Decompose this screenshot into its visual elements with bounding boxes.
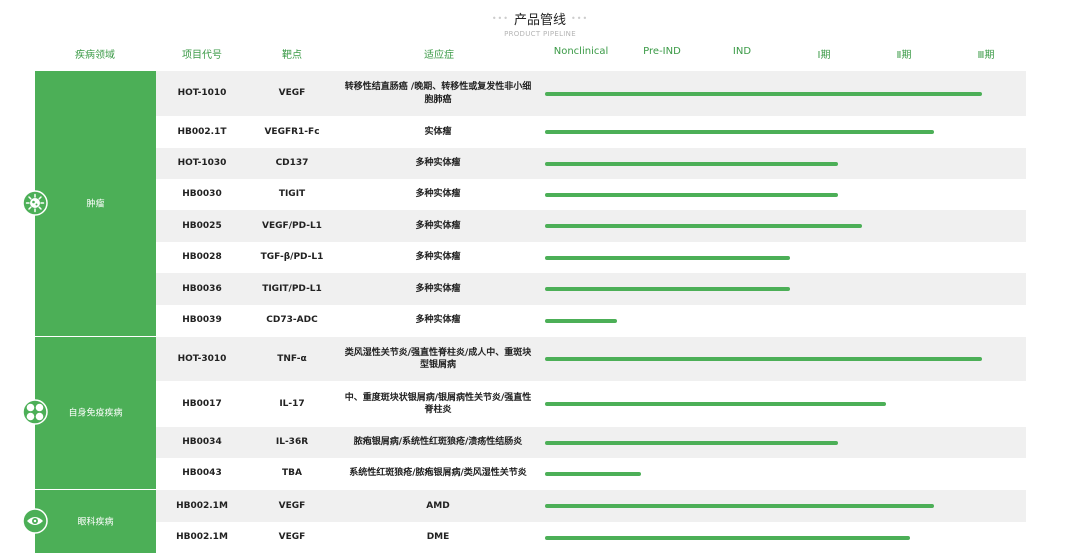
- project-code: HB0025: [182, 220, 222, 231]
- col-header-project-code: 项目代号: [182, 50, 222, 61]
- progress-bar: [545, 440, 838, 445]
- table-row: HB002.1M VEGF DME: [156, 522, 1026, 553]
- pipeline-header: ••• 产品管线 ••• PRODUCT PIPELINE: [0, 6, 1080, 38]
- indication: AMD: [426, 500, 450, 511]
- project-code: HB0034: [182, 437, 222, 448]
- progress-bar: [545, 287, 790, 291]
- table-row: HB0034 IL-36R 脓疱银屑病/系统性红斑狼疮/溃疡性结肠炎: [156, 427, 1026, 458]
- indication: 中、重度斑块状银屑病/银屑病性关节炎/强直性脊柱炎: [344, 392, 532, 415]
- page-subtitle: PRODUCT PIPELINE: [504, 30, 576, 38]
- page-title: ••• 产品管线 •••: [492, 9, 588, 28]
- col-header-disease-area: 疾病领域: [75, 50, 115, 61]
- target: VEGF: [278, 532, 306, 543]
- project-code: HB0036: [182, 283, 222, 294]
- project-code: HB002.1T: [177, 126, 227, 137]
- col-header-stage-pre-ind: Pre-IND: [643, 46, 681, 57]
- indication: 多种实体瘤: [415, 220, 461, 231]
- indication: 转移性结直肠癌 /晚期、转移性或复发性非小细胞肺癌: [344, 82, 532, 105]
- col-header-stage-phase3: Ⅲ期: [977, 50, 995, 61]
- indication: 多种实体瘤: [415, 189, 461, 200]
- target: TNF-α: [277, 353, 307, 364]
- indication: 多种实体瘤: [415, 283, 461, 294]
- indication: 类风湿性关节炎/强直性脊柱炎/成人中、重斑块型银屑病: [344, 347, 532, 370]
- project-code: HOT-1030: [177, 158, 227, 169]
- target: VEGF: [278, 88, 306, 99]
- table-row: HB002.1T VEGFR1-Fc 实体瘤: [156, 116, 1026, 148]
- project-code: HB0017: [182, 398, 222, 409]
- indication: 脓疱银屑病/系统性红斑狼疮/溃疡性结肠炎: [353, 437, 523, 448]
- project-code: HB002.1M: [176, 532, 228, 543]
- project-code: HB0039: [182, 315, 222, 326]
- progress-bar: [545, 130, 934, 134]
- project-code: HB0030: [182, 189, 222, 200]
- indication: 系统性红斑狼疮/脓疱银屑病/类风湿性关节炎: [349, 468, 527, 479]
- category-label-ophthalmology: 眼科疾病: [77, 517, 114, 528]
- target: VEGF/PD-L1: [262, 220, 322, 231]
- table-row: HB0030 TIGIT 多种实体瘤: [156, 179, 1026, 210]
- table-row: HB002.1M VEGF AMD: [156, 490, 1026, 522]
- category-label-oncology: 肿瘤: [86, 199, 105, 210]
- project-code: HB0043: [182, 468, 222, 479]
- eye-icon: [22, 508, 48, 534]
- clover-icon: [22, 399, 48, 425]
- project-code: HOT-1010: [177, 88, 227, 99]
- col-header-stage-nonclinical: Nonclinical: [553, 46, 609, 57]
- table-row: HB0036 TIGIT/PD-L1 多种实体瘤: [156, 273, 1026, 305]
- virus-icon: [22, 190, 48, 216]
- progress-bar: [545, 224, 862, 228]
- target: TIGIT/PD-L1: [262, 283, 322, 294]
- col-header-indication: 适应症: [424, 50, 454, 61]
- category-label-autoimmune: 自身免疫疾病: [68, 408, 123, 419]
- progress-bar: [545, 192, 838, 197]
- progress-bar: [545, 161, 838, 166]
- title-text: 产品管线: [513, 13, 566, 28]
- target: CD73-ADC: [266, 315, 318, 326]
- progress-bar: [545, 357, 982, 361]
- col-header-stage-ind: IND: [732, 46, 752, 57]
- project-code: HOT-3010: [177, 353, 227, 364]
- target: VEGFR1-Fc: [264, 126, 320, 137]
- title-dots-left: •••: [491, 14, 509, 23]
- target: CD137: [275, 158, 309, 169]
- title-dots-right: •••: [571, 14, 589, 23]
- table-row: HOT-1030 CD137 多种实体瘤: [156, 148, 1026, 179]
- table-row: HB0017 IL-17 中、重度斑块状银屑病/银屑病性关节炎/强直性脊柱炎: [156, 381, 1026, 427]
- table-row: HB0039 CD73-ADC 多种实体瘤: [156, 305, 1026, 336]
- indication: 多种实体瘤: [415, 158, 461, 169]
- indication: DME: [426, 532, 450, 543]
- target: TBA: [282, 468, 302, 479]
- table-row: HB0043 TBA 系统性红斑狼疮/脓疱银屑病/类风湿性关节炎: [156, 458, 1026, 489]
- table-row: HB0025 VEGF/PD-L1 多种实体瘤: [156, 210, 1026, 242]
- table-row: HOT-3010 TNF-α 类风湿性关节炎/强直性脊柱炎/成人中、重斑块型银屑…: [156, 337, 1026, 381]
- indication: 多种实体瘤: [415, 315, 461, 326]
- project-code: HB0028: [182, 252, 222, 263]
- target: IL-36R: [275, 437, 309, 448]
- target: VEGF: [278, 500, 306, 511]
- col-header-stage-phase1: Ⅰ期: [817, 50, 831, 61]
- progress-bar: [545, 471, 641, 476]
- table-row: HB0028 TGF-β/PD-L1 多种实体瘤: [156, 242, 1026, 273]
- progress-bar: [545, 402, 886, 406]
- indication: 实体瘤: [424, 126, 452, 137]
- target: TGF-β/PD-L1: [260, 252, 324, 263]
- project-code: HB002.1M: [176, 500, 228, 511]
- table-row: HOT-1010 VEGF 转移性结直肠癌 /晚期、转移性或复发性非小细胞肺癌: [156, 71, 1026, 116]
- col-header-target: 靶点: [282, 50, 302, 61]
- indication: 多种实体瘤: [415, 252, 461, 263]
- progress-bar: [545, 535, 910, 540]
- progress-bar: [545, 255, 790, 260]
- target: IL-17: [279, 398, 305, 409]
- progress-bar: [545, 318, 617, 323]
- target: TIGIT: [278, 189, 306, 200]
- progress-bar: [545, 504, 934, 508]
- progress-bar: [545, 91, 982, 96]
- col-header-stage-phase2: Ⅱ期: [896, 50, 912, 61]
